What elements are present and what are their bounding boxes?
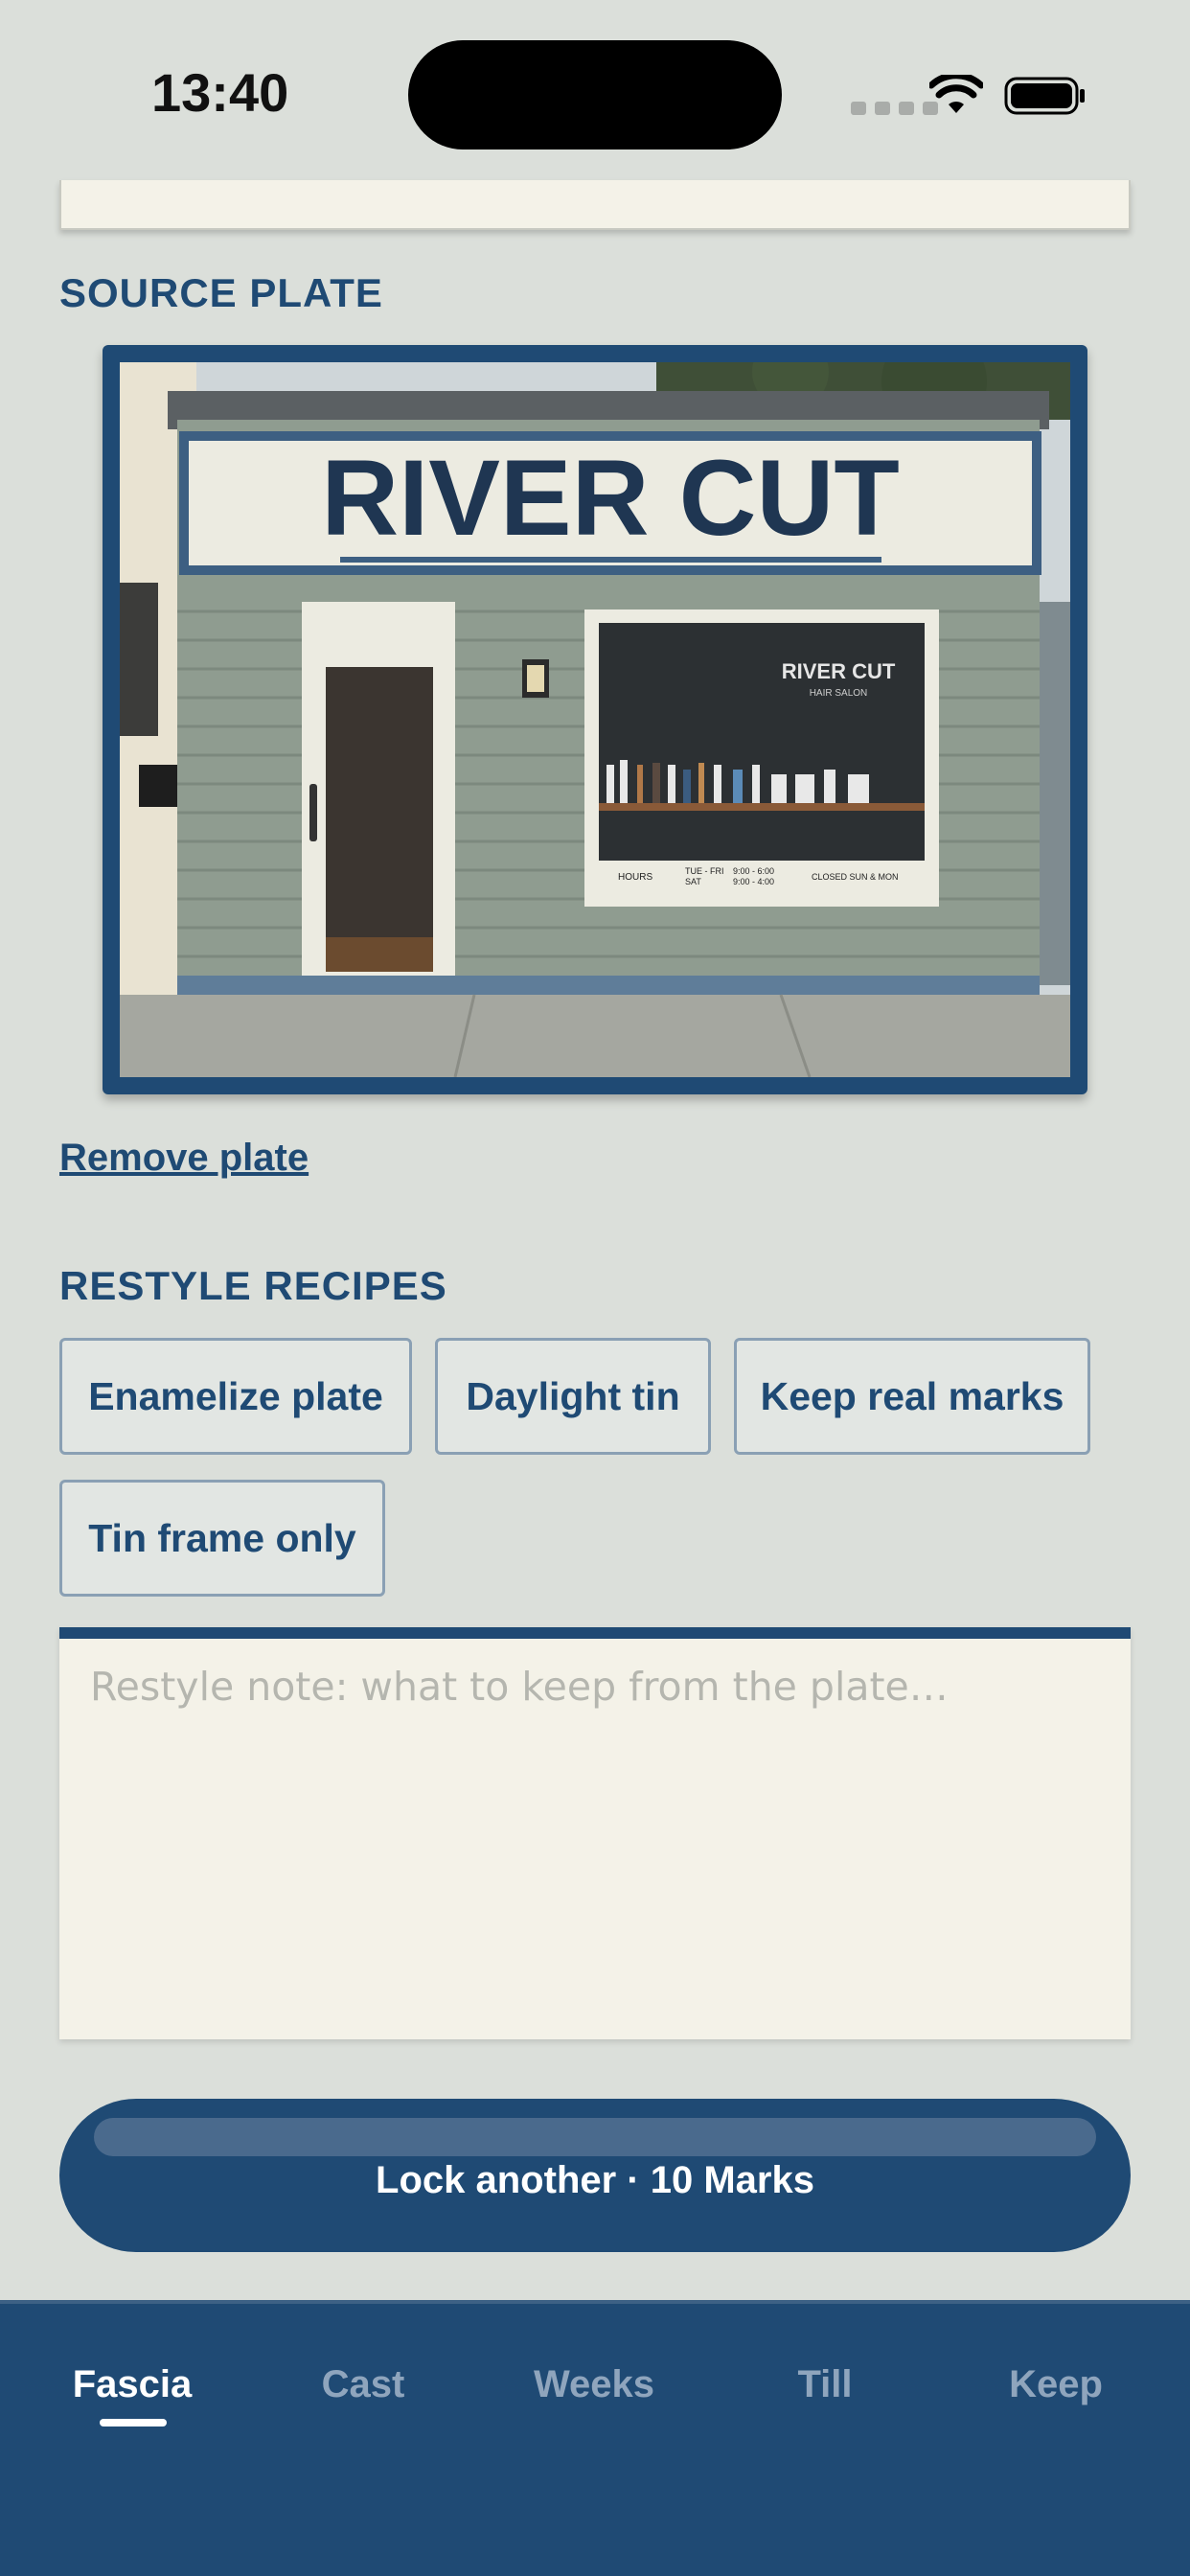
status-time: 13:40 bbox=[151, 62, 289, 123]
wifi-icon bbox=[929, 75, 983, 113]
source-plate-frame[interactable]: RIVER CUT RIVER CUT HAIR SALON HOURS TUE… bbox=[103, 345, 1087, 1094]
recipe-chip-enamelize[interactable]: Enamelize plate bbox=[59, 1338, 412, 1455]
hours-days-2: SAT bbox=[685, 877, 701, 886]
lock-another-button[interactable]: Lock another · 10 Marks bbox=[59, 2099, 1131, 2252]
restyle-note-field[interactable]: Restyle note: what to keep from the plat… bbox=[59, 1627, 1131, 2039]
tab-till[interactable]: Till bbox=[710, 2363, 940, 2406]
source-plate-heading: SOURCE PLATE bbox=[59, 270, 383, 315]
recipe-chip-keep-real-marks[interactable]: Keep real marks bbox=[734, 1338, 1090, 1455]
hours-days-1: TUE - FRI bbox=[685, 866, 724, 876]
cta-track bbox=[94, 2118, 1096, 2156]
hours-time-2: 9:00 - 4:00 bbox=[733, 877, 774, 886]
sign-text: RIVER CUT bbox=[321, 438, 900, 558]
remove-plate-link[interactable]: Remove plate bbox=[59, 1137, 309, 1180]
active-tab-indicator bbox=[100, 2419, 167, 2426]
dynamic-island bbox=[408, 40, 782, 150]
tab-cast[interactable]: Cast bbox=[248, 2363, 478, 2406]
recipe-chip-tin-frame-only[interactable]: Tin frame only bbox=[59, 1480, 385, 1597]
hours-closed: CLOSED SUN & MON bbox=[812, 872, 899, 882]
lock-another-label: Lock another · 10 Marks bbox=[376, 2159, 814, 2201]
tab-keep[interactable]: Keep bbox=[941, 2363, 1171, 2406]
cellular-signal-icon bbox=[851, 102, 938, 115]
window-logo-sub: HAIR SALON bbox=[810, 688, 868, 699]
tab-bar: Fascia Cast Weeks Till Keep bbox=[0, 2300, 1190, 2576]
restyle-note-placeholder: Restyle note: what to keep from the plat… bbox=[90, 1664, 949, 1710]
hours-time-1: 9:00 - 6:00 bbox=[733, 866, 774, 876]
battery-icon bbox=[1004, 77, 1085, 115]
restyle-recipes-heading: RESTYLE RECIPES bbox=[59, 1263, 447, 1308]
storefront-photo: RIVER CUT RIVER CUT HAIR SALON HOURS TUE… bbox=[120, 362, 1070, 1077]
tab-weeks[interactable]: Weeks bbox=[479, 2363, 709, 2406]
recipe-chip-daylight-tin[interactable]: Daylight tin bbox=[435, 1338, 711, 1455]
tab-fascia[interactable]: Fascia bbox=[17, 2363, 247, 2406]
window-logo: RIVER CUT bbox=[782, 659, 896, 683]
previous-card bbox=[59, 180, 1131, 230]
hours-label: HOURS bbox=[618, 872, 652, 883]
